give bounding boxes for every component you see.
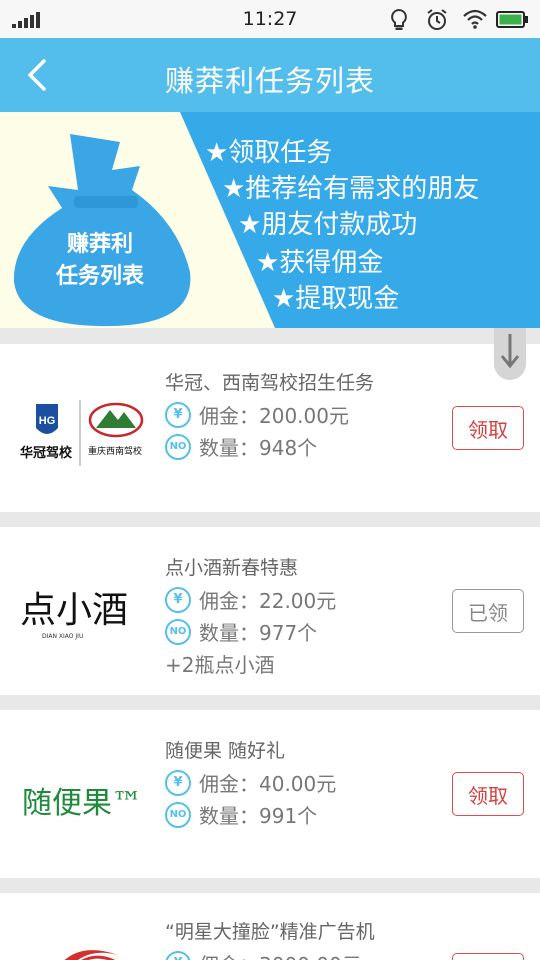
quantity-row: NO 数量：977个 bbox=[165, 617, 317, 646]
claimed-button[interactable]: 已领 bbox=[452, 589, 524, 633]
task-logo: HG 华冠驾校 重庆西南驾校 bbox=[18, 398, 150, 468]
status-time: 11:27 bbox=[242, 8, 298, 30]
claim-button[interactable]: 领取 bbox=[452, 953, 524, 960]
banner-step-4: ★获得佣金 bbox=[256, 248, 384, 278]
task-logo: 点小酒 DIAN XIAO JIU bbox=[18, 575, 150, 647]
task-title: 随便果 随好礼 bbox=[165, 740, 286, 762]
yen-icon: ¥ bbox=[165, 586, 191, 613]
number-icon: NO bbox=[165, 801, 191, 828]
app-header: 赚莽利任务列表 bbox=[0, 38, 540, 112]
page-title: 赚莽利任务列表 bbox=[164, 64, 375, 98]
quantity-row: NO 数量：948个 bbox=[165, 432, 317, 461]
banner-step-2: ★推荐给有需求的朋友 bbox=[222, 174, 480, 204]
quantity-row: NO 数量：991个 bbox=[165, 800, 317, 829]
commission-row: ¥ 佣金：3000.00元 bbox=[165, 949, 362, 960]
status-bar: 11:27 bbox=[0, 0, 540, 38]
task-card[interactable]: 点小酒 DIAN XIAO JIU 点小酒新春特惠 ¥ 佣金：22.00元 NO… bbox=[0, 527, 540, 695]
yen-icon: ¥ bbox=[165, 401, 191, 428]
commission-value: 佣金：40.00元 bbox=[199, 772, 337, 796]
svg-text:HG: HG bbox=[39, 415, 56, 427]
banner-step-3: ★朋友付款成功 bbox=[238, 210, 418, 240]
claim-button[interactable]: 领取 bbox=[452, 406, 524, 450]
logo-main-text: 点小酒 bbox=[20, 590, 129, 631]
logo-left-text: 华冠驾校 bbox=[20, 446, 73, 461]
commission-row: ¥ 佣金：200.00元 bbox=[165, 400, 349, 429]
commission-row: ¥ 佣金：40.00元 bbox=[165, 768, 336, 797]
task-title: 华冠、西南驾校招生任务 bbox=[165, 372, 375, 394]
logo-sub-text: DIAN XIAO JIU bbox=[42, 633, 84, 640]
task-logo bbox=[18, 937, 150, 960]
task-logo: 随便果™ bbox=[18, 770, 150, 821]
task-info: 随便果 随好礼 ¥ 佣金：40.00元 NO 数量：991个 bbox=[165, 736, 336, 828]
task-info: “明星大撞脸”精准广告机 ¥ 佣金：3000.00元 bbox=[165, 917, 375, 960]
task-title: “明星大撞脸”精准广告机 bbox=[165, 921, 375, 943]
quantity-value: 数量：991个 bbox=[199, 804, 318, 828]
commission-value: 佣金：22.00元 bbox=[199, 589, 337, 613]
logo-right-text: 重庆西南驾校 bbox=[88, 447, 143, 457]
task-card[interactable]: HG 华冠驾校 重庆西南驾校 华冠、西南驾校招生任务 ¥ 佣金：200.00元 … bbox=[0, 344, 540, 512]
logo-main-text: 随便果™ bbox=[22, 786, 142, 821]
task-title: 点小酒新春特惠 bbox=[165, 557, 299, 579]
commission-value: 佣金：200.00元 bbox=[199, 404, 349, 428]
wifi-icon bbox=[463, 9, 487, 29]
task-card[interactable]: 随便果™ 随便果 随好礼 ¥ 佣金：40.00元 NO 数量：991个 领取 bbox=[0, 710, 540, 878]
banner-bag-line2: 任务列表 bbox=[55, 264, 144, 289]
task-card[interactable]: “明星大撞脸”精准广告机 ¥ 佣金：3000.00元 领取 bbox=[0, 893, 540, 960]
number-icon: NO bbox=[165, 618, 191, 645]
quantity-value: 数量：948个 bbox=[199, 436, 318, 460]
task-info: 点小酒新春特惠 ¥ 佣金：22.00元 NO 数量：977个 +2瓶点小酒 bbox=[165, 553, 336, 677]
commission-value: 佣金：3000.00元 bbox=[199, 949, 362, 960]
bulb-icon bbox=[391, 8, 407, 30]
claim-button[interactable]: 领取 bbox=[452, 772, 524, 816]
banner-step-1: ★领取任务 bbox=[205, 138, 333, 168]
arrow-down-icon bbox=[500, 334, 520, 369]
promo-banner[interactable]: 赚莽利 任务列表 ★领取任务 ★推荐给有需求的朋友 ★朋友付款成功 ★获得佣金 … bbox=[0, 112, 540, 328]
task-bonus: +2瓶点小酒 bbox=[165, 653, 275, 677]
scroll-down-handle[interactable] bbox=[494, 328, 526, 380]
banner-step-5: ★提取现金 bbox=[272, 284, 400, 314]
yen-icon: ¥ bbox=[165, 950, 191, 960]
yen-icon: ¥ bbox=[165, 769, 191, 796]
quantity-value: 数量：977个 bbox=[199, 621, 318, 645]
task-info: 华冠、西南驾校招生任务 ¥ 佣金：200.00元 NO 数量：948个 bbox=[165, 368, 375, 460]
banner-bag-line1: 赚莽利 bbox=[66, 232, 133, 257]
commission-row: ¥ 佣金：22.00元 bbox=[165, 585, 336, 614]
brand-swoosh-icon bbox=[64, 950, 118, 960]
alarm-icon bbox=[427, 9, 447, 30]
number-icon: NO bbox=[165, 433, 191, 460]
battery-icon bbox=[496, 11, 528, 28]
